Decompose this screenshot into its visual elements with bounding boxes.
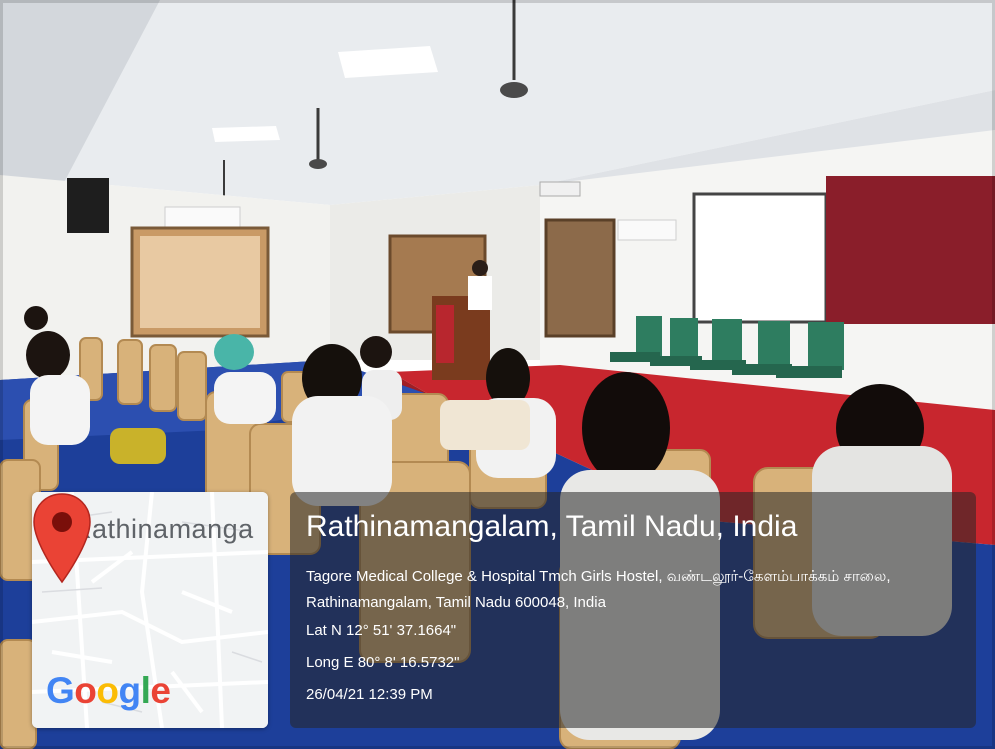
latitude-text: Lat N 12° 51' 37.1664" bbox=[306, 622, 457, 639]
google-logo: Google bbox=[46, 670, 171, 711]
map-place-label: Rathinamanga bbox=[72, 514, 254, 544]
location-map-thumbnail[interactable]: Rathinamanga Google bbox=[32, 492, 268, 728]
timestamp-text: 26/04/21 12:39 PM bbox=[306, 686, 433, 703]
location-address: Tagore Medical College & Hospital Tmch G… bbox=[306, 568, 891, 611]
geotag-info-panel: Rathinamangalam, Tamil Nadu, India Tagor… bbox=[290, 492, 976, 728]
location-title: Rathinamangalam, Tamil Nadu, India bbox=[306, 510, 798, 543]
geotag-photo: Rathinamanga Google Rathinamangalam, Tam… bbox=[0, 0, 995, 749]
map-pin-icon bbox=[33, 493, 91, 584]
longitude-text: Long E 80° 8' 16.5732" bbox=[306, 654, 460, 671]
